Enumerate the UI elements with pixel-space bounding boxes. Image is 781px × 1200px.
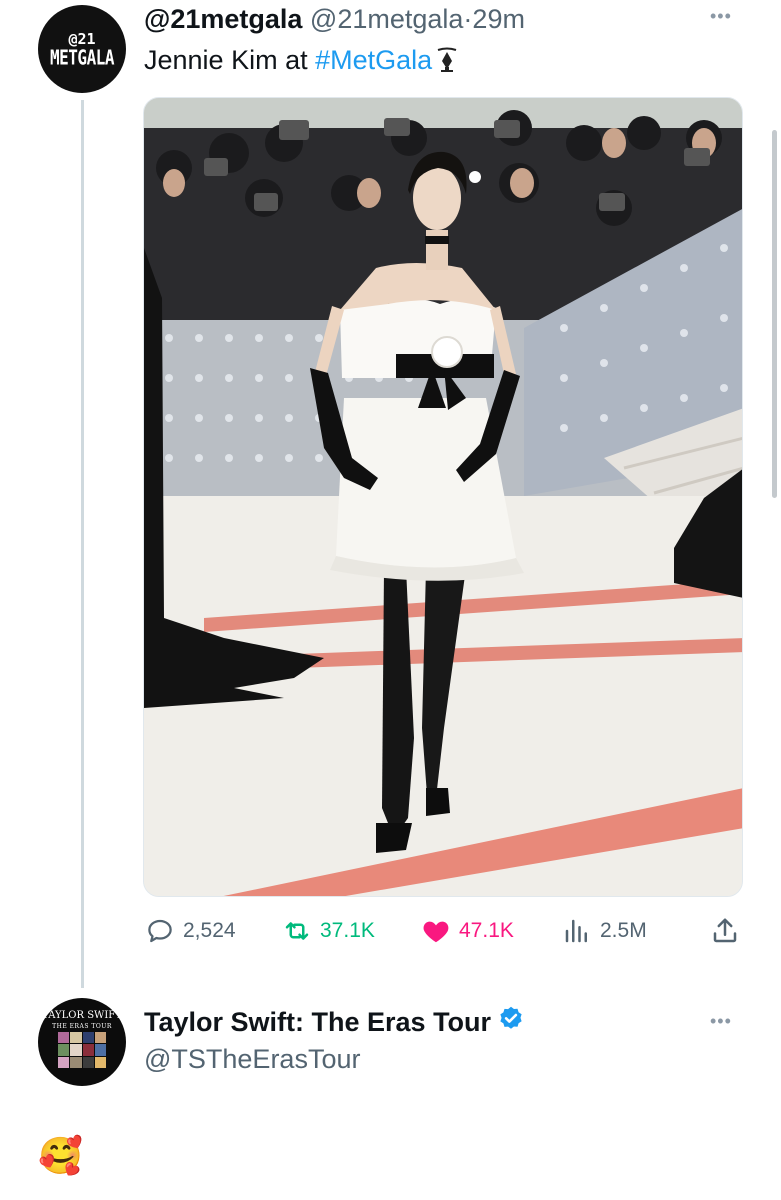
- like-button[interactable]: 47.1K: [421, 916, 514, 946]
- analytics-bars-icon: [565, 919, 587, 943]
- retweet-count: 37.1K: [320, 919, 375, 942]
- met-gala-emblem-icon: [436, 47, 458, 80]
- avatar-title: TAYLOR SWIFT: [42, 1010, 122, 1021]
- reply-bubble-icon: [148, 919, 172, 943]
- author-handle[interactable]: @21metgala: [310, 4, 464, 34]
- display-name-text[interactable]: Taylor Swift: The Eras Tour: [144, 1007, 491, 1038]
- views-count: 2.5M: [600, 919, 647, 942]
- avatar-text-bottom: METGALA: [50, 45, 114, 70]
- verified-badge-icon: [497, 1005, 525, 1040]
- tweet-timestamp[interactable]: 29m: [472, 4, 525, 34]
- author-handle-2[interactable]: @TSTheErasTour: [144, 1044, 360, 1075]
- views-button[interactable]: 2.5M: [562, 916, 647, 946]
- avatar-tstheerastour[interactable]: TAYLOR SWIFT THE ERAS TOUR: [38, 998, 126, 1086]
- hashtag-link[interactable]: #MetGala: [315, 45, 432, 75]
- thread-connector-line: [81, 100, 84, 988]
- tweet-text-2: 🥰: [38, 1135, 83, 1176]
- retweet-button[interactable]: 37.1K: [282, 916, 375, 946]
- avatar-subtitle: THE ERAS TOUR: [52, 1023, 112, 1030]
- more-dots-icon[interactable]: •••: [710, 6, 732, 27]
- tweet-text-body: Jennie Kim at: [144, 45, 316, 75]
- heart-icon: [423, 921, 449, 943]
- reply-count: 2,524: [183, 919, 236, 942]
- tweet-text: Jennie Kim at #MetGala: [144, 44, 458, 80]
- author-display-name[interactable]: @21metgala: [144, 4, 302, 34]
- share-button[interactable]: [710, 916, 748, 946]
- share-upload-icon: [713, 918, 737, 943]
- tweet-media-photo[interactable]: [143, 97, 743, 897]
- photo-illustration: [144, 98, 742, 896]
- tweet-header: @21metgala @21metgala·29m: [144, 4, 525, 34]
- scrollbar[interactable]: [772, 130, 777, 498]
- avatar-21metgala[interactable]: @21 METGALA: [38, 5, 126, 93]
- avatar-collage: [58, 1032, 106, 1068]
- reply-button[interactable]: 2,524: [145, 916, 236, 946]
- author-display-name-2: Taylor Swift: The Eras Tour: [144, 1005, 525, 1040]
- retweet-arrows-icon: [285, 922, 309, 940]
- tweet-action-bar: 2,524 37.1K 47.1K 2.5M: [0, 914, 781, 948]
- like-count: 47.1K: [459, 919, 514, 942]
- more-dots-icon[interactable]: •••: [710, 1011, 732, 1032]
